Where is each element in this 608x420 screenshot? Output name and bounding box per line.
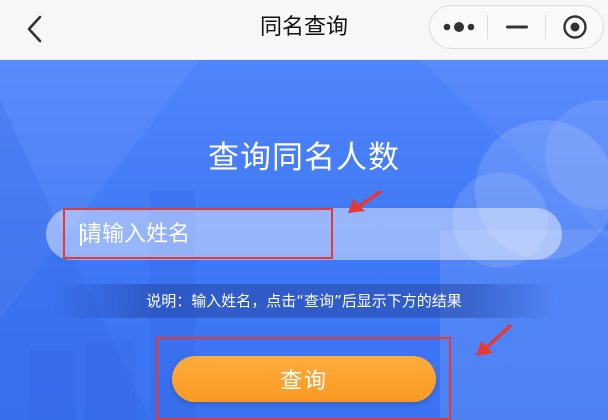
name-input[interactable]	[46, 208, 562, 260]
hint-text: 说明：输入姓名，点击“查询”后显示下方的结果	[52, 284, 556, 318]
target-close-icon	[562, 15, 587, 39]
headline: 查询同名人数	[208, 140, 400, 176]
capsule-menu	[429, 5, 604, 49]
back-button[interactable]	[18, 12, 52, 46]
query-panel: 查询同名人数 说明：输入姓名，点击“查询”后显示下方的结果 查询	[0, 60, 608, 420]
more-dots-icon	[443, 22, 474, 32]
close-button[interactable]	[546, 6, 603, 48]
more-button[interactable]	[430, 6, 487, 48]
minimize-icon	[505, 25, 528, 29]
chevron-left-icon	[27, 15, 42, 43]
query-button[interactable]: 查询	[172, 356, 436, 402]
text-caret	[80, 224, 82, 246]
minimize-button[interactable]	[488, 6, 545, 48]
navigation-bar: 同名查询	[0, 0, 608, 60]
